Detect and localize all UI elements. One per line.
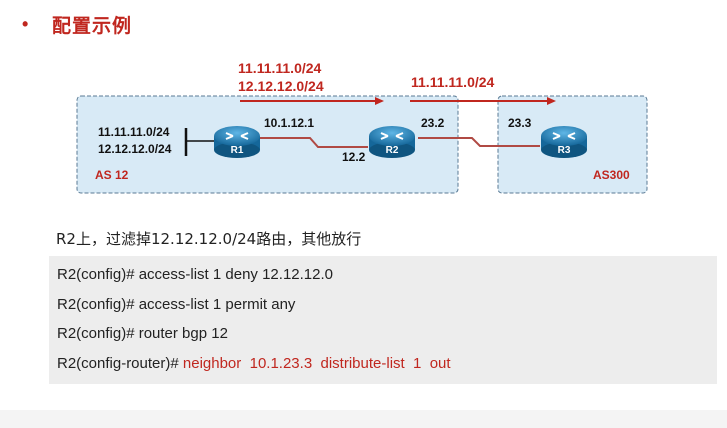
command-line-1: R2(config)# access-list 1 deny 12.12.12.…: [57, 266, 333, 283]
link-label-10-1-12-1: 10.1.12.1: [264, 116, 315, 130]
router-r3-label: R3: [557, 145, 571, 156]
command-prompt: R2(config)#: [57, 325, 139, 342]
router-r2-label: R2: [385, 145, 399, 156]
link-label-12-2: 12.2: [342, 150, 366, 164]
as12-label: AS 12: [95, 168, 129, 182]
task-description: R2上，过滤掉12.12.12.0/24路由，其他放行: [56, 230, 362, 248]
command-prompt: R2(config)#: [57, 266, 139, 283]
command-text: router bgp 12: [138, 325, 228, 342]
route-label-left-1: 11.11.11.0/24: [238, 60, 322, 76]
route-label-left-2: 12.12.12.0/24: [238, 78, 324, 94]
as300-label: AS300: [593, 168, 630, 182]
config-command-block: R2(config)# access-list 1 deny 12.12.12.…: [49, 256, 717, 384]
command-text-highlight: neighbor 10.1.23.3 distribute-list 1 out: [182, 355, 451, 372]
link-label-23-3: 23.3: [508, 116, 532, 130]
router-r1-label: R1: [230, 145, 244, 156]
r1-network-2: 12.12.12.0/24: [98, 142, 172, 156]
footer-band: [0, 410, 727, 428]
command-text: access-list 1 permit any: [138, 296, 296, 313]
network-diagram: 11.11.11.0/24 12.12.12.0/24 11.11.11.0/2…: [0, 0, 727, 210]
command-line-3: R2(config)# router bgp 12: [57, 325, 228, 342]
command-line-2: R2(config)# access-list 1 permit any: [57, 296, 295, 313]
command-prompt: R2(config-router)#: [57, 355, 183, 372]
command-line-4: R2(config-router)# neighbor 10.1.23.3 di…: [57, 355, 451, 372]
r1-network-1: 11.11.11.0/24: [98, 125, 170, 139]
command-text: access-list 1 deny 12.12.12.0: [138, 266, 333, 283]
link-label-23-2: 23.2: [421, 116, 445, 130]
command-prompt: R2(config)#: [57, 296, 139, 313]
route-label-right: 11.11.11.0/24: [411, 74, 495, 90]
